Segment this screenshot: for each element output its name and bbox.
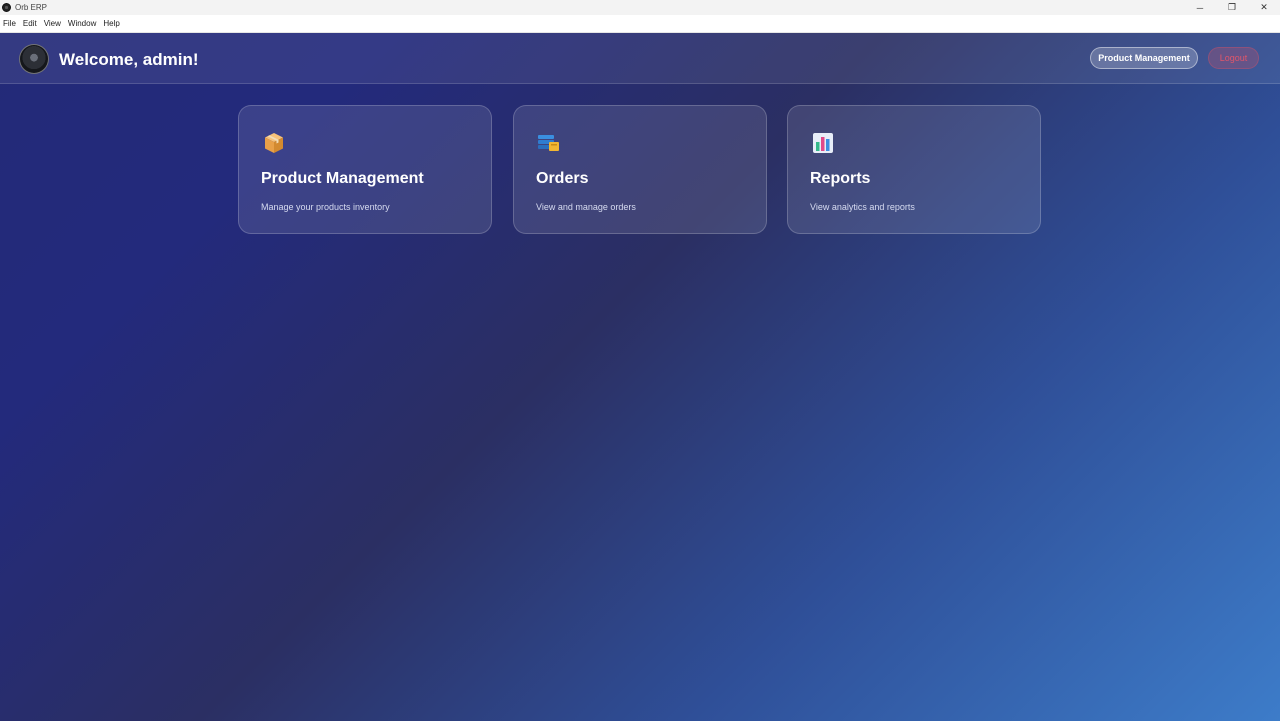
card-orders[interactable]: Orders View and manage orders — [513, 105, 767, 234]
product-management-button[interactable]: Product Management — [1090, 47, 1198, 69]
close-icon[interactable]: ✕ — [1248, 0, 1280, 15]
app-content: Welcome, admin! Product Management Logou… — [0, 33, 1280, 721]
welcome-heading: Welcome, admin! — [59, 50, 199, 69]
maximize-icon[interactable]: ❐ — [1216, 0, 1248, 15]
card-title: Orders — [536, 170, 589, 187]
chart-icon — [813, 133, 833, 153]
card-description: Manage your products inventory — [261, 202, 390, 212]
window-title: Orb ERP — [15, 3, 48, 12]
window-controls: ─ ❐ ✕ — [1184, 0, 1280, 15]
card-product-management[interactable]: Product Management Manage your products … — [238, 105, 492, 234]
menu-edit[interactable]: Edit — [23, 19, 37, 28]
menu-help[interactable]: Help — [103, 19, 119, 28]
orders-icon — [538, 135, 559, 151]
window-title-bar: Orb ERP ─ ❐ ✕ — [0, 0, 1280, 15]
menu-view[interactable]: View — [44, 19, 61, 28]
app-logo-icon — [2, 3, 11, 12]
menu-bar: File Edit View Window Help — [0, 15, 1280, 33]
logout-button[interactable]: Logout — [1208, 47, 1259, 69]
avatar[interactable] — [19, 44, 49, 74]
card-reports[interactable]: Reports View analytics and reports — [787, 105, 1041, 234]
app-header: Welcome, admin! Product Management Logou… — [0, 33, 1280, 84]
minimize-icon[interactable]: ─ — [1184, 0, 1216, 15]
card-description: View and manage orders — [536, 202, 636, 212]
menu-file[interactable]: File — [3, 19, 16, 28]
menu-window[interactable]: Window — [68, 19, 96, 28]
card-title: Reports — [810, 170, 871, 187]
card-description: View analytics and reports — [810, 202, 915, 212]
package-icon — [265, 133, 283, 153]
card-title: Product Management — [261, 170, 424, 187]
